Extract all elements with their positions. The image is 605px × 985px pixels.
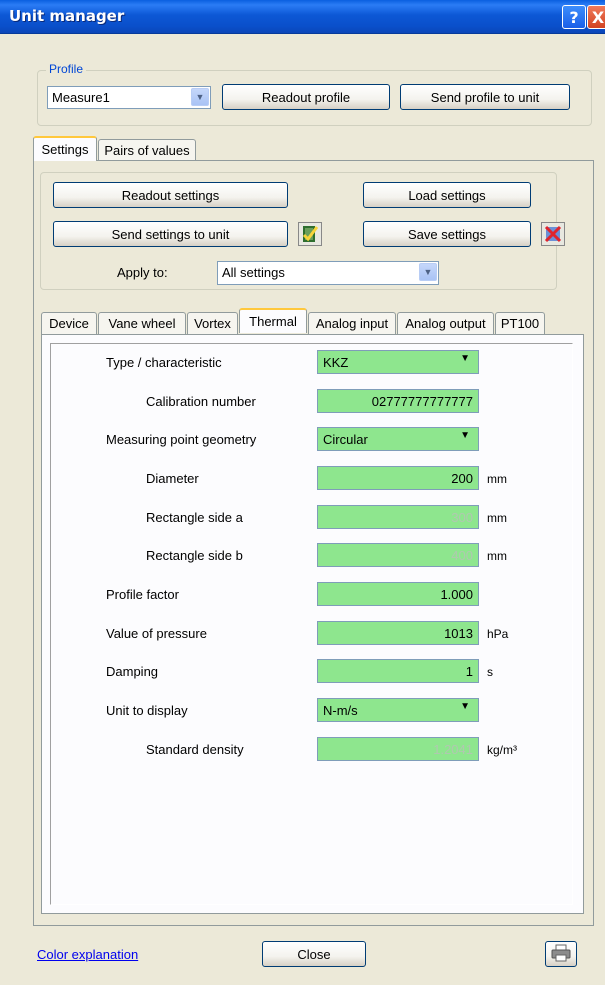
- geometry-select[interactable]: Circular ▼: [317, 427, 479, 451]
- apply-to-value: All settings: [222, 265, 285, 280]
- tab-vane-wheel[interactable]: Vane wheel: [98, 312, 186, 334]
- calibration-number-field[interactable]: 02777777777777: [317, 389, 479, 413]
- tab-analog-output[interactable]: Analog output: [397, 312, 494, 334]
- dropdown-arrow-icon[interactable]: ▼: [460, 353, 470, 364]
- rect-b-unit: mm: [487, 549, 507, 563]
- profile-select[interactable]: Measure1 ▼: [47, 86, 211, 109]
- dropdown-arrow-icon[interactable]: ▼: [419, 263, 437, 281]
- type-characteristic-value: KKZ: [323, 355, 349, 370]
- damping-unit: s: [487, 665, 493, 679]
- dropdown-arrow-icon[interactable]: ▼: [460, 701, 470, 712]
- diameter-unit: mm: [487, 472, 507, 486]
- rect-b-label: Rectangle side b: [146, 548, 243, 563]
- save-cancel-icon[interactable]: [541, 222, 565, 246]
- tab-vortex[interactable]: Vortex: [187, 312, 238, 334]
- apply-to-label: Apply to:: [117, 265, 168, 280]
- tab-settings[interactable]: Settings: [33, 136, 97, 161]
- send-profile-button[interactable]: Send profile to unit: [400, 84, 570, 110]
- geometry-label: Measuring point geometry: [106, 432, 257, 447]
- diameter-label: Diameter: [146, 471, 199, 486]
- unit-display-label: Unit to display: [106, 703, 188, 718]
- thermal-panel: [41, 334, 584, 914]
- title-bar[interactable]: Unit manager ? X: [0, 0, 605, 34]
- pressure-field[interactable]: 1013: [317, 621, 479, 645]
- rect-b-field[interactable]: 400: [317, 543, 479, 567]
- color-explanation-link[interactable]: Color explanation: [37, 947, 138, 962]
- print-button[interactable]: [545, 941, 577, 967]
- rect-a-unit: mm: [487, 511, 507, 525]
- profile-factor-label: Profile factor: [106, 587, 179, 602]
- rect-a-label: Rectangle side a: [146, 510, 243, 525]
- damping-field[interactable]: 1: [317, 659, 479, 683]
- save-settings-button[interactable]: Save settings: [363, 221, 531, 247]
- pressure-label: Value of pressure: [106, 626, 207, 641]
- thermal-inner-frame: [50, 343, 573, 905]
- tab-pairs-of-values[interactable]: Pairs of values: [98, 139, 196, 161]
- density-label: Standard density: [146, 742, 244, 757]
- damping-label: Damping: [106, 664, 159, 679]
- profile-factor-field[interactable]: 1.000: [317, 582, 479, 606]
- help-icon[interactable]: ?: [562, 5, 586, 29]
- rect-a-field[interactable]: 300: [317, 505, 479, 529]
- type-characteristic-select[interactable]: KKZ ▼: [317, 350, 479, 374]
- send-check-icon[interactable]: [298, 222, 322, 246]
- tab-device[interactable]: Device: [41, 312, 97, 334]
- close-button[interactable]: Close: [262, 941, 366, 967]
- window-title: Unit manager: [9, 7, 125, 25]
- send-settings-button[interactable]: Send settings to unit: [53, 221, 288, 247]
- unit-display-value: N-m/s: [323, 703, 358, 718]
- unit-display-select[interactable]: N-m/s ▼: [317, 698, 479, 722]
- geometry-value: Circular: [323, 432, 368, 447]
- pressure-unit: hPa: [487, 627, 509, 641]
- unit-manager-window: Unit manager ? X Profile Measure1 ▼ Read…: [0, 0, 605, 985]
- diameter-field[interactable]: 200: [317, 466, 479, 490]
- density-field[interactable]: 1.2041: [317, 737, 479, 761]
- load-settings-button[interactable]: Load settings: [363, 182, 531, 208]
- readout-profile-button[interactable]: Readout profile: [222, 84, 390, 110]
- type-characteristic-label: Type / characteristic: [106, 355, 222, 370]
- calibration-number-label: Calibration number: [146, 394, 256, 409]
- dropdown-arrow-icon[interactable]: ▼: [191, 88, 209, 106]
- tab-analog-input[interactable]: Analog input: [308, 312, 396, 334]
- apply-to-select[interactable]: All settings ▼: [217, 261, 439, 285]
- profile-select-value: Measure1: [52, 90, 110, 105]
- dropdown-arrow-icon[interactable]: ▼: [460, 430, 470, 441]
- tab-thermal[interactable]: Thermal: [239, 308, 307, 333]
- density-unit: kg/m³: [487, 743, 517, 757]
- tab-pt100[interactable]: PT100: [495, 312, 545, 334]
- profile-legend: Profile: [46, 62, 87, 76]
- readout-settings-button[interactable]: Readout settings: [53, 182, 288, 208]
- close-icon[interactable]: X: [587, 5, 605, 29]
- printer-icon: [551, 944, 571, 965]
